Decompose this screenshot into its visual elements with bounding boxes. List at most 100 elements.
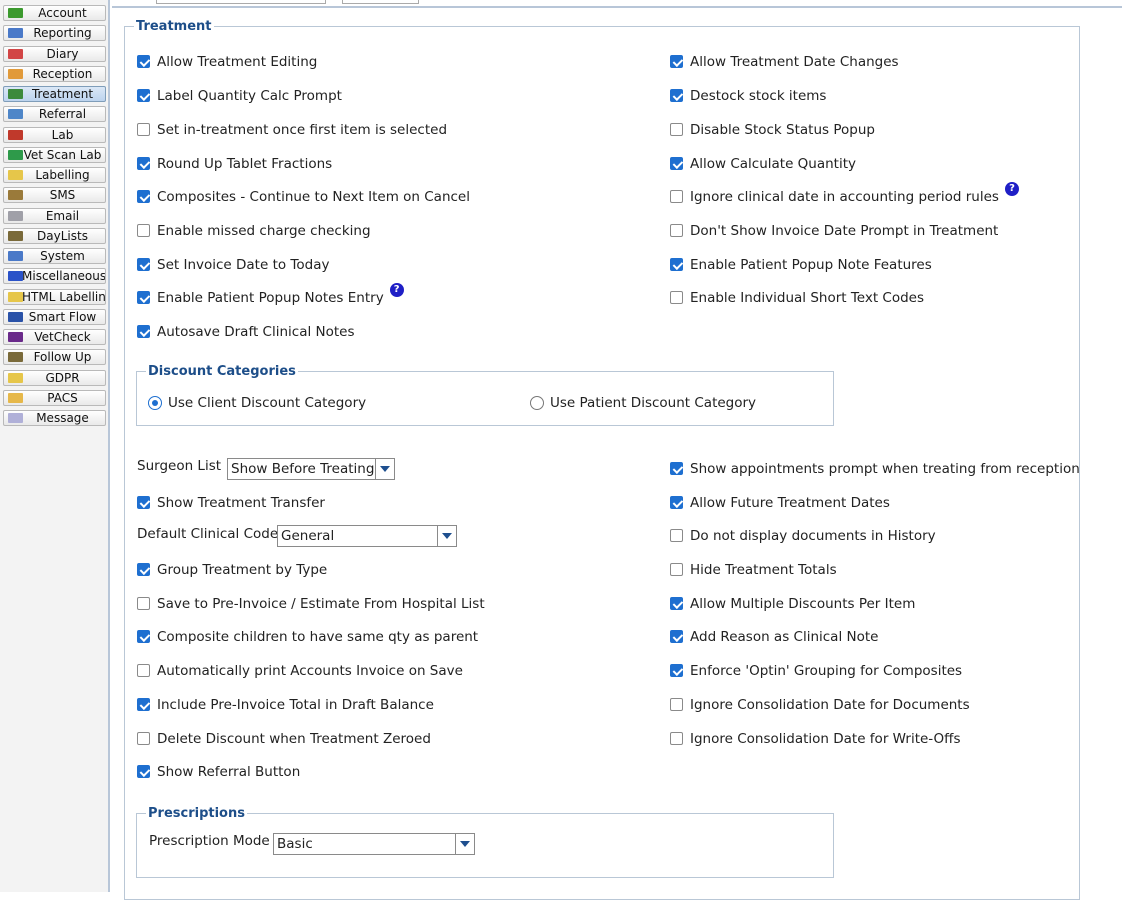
help-icon[interactable]: ? (1004, 182, 1019, 196)
sidebar-item-label: Email (45, 208, 80, 223)
checkbox[interactable] (137, 224, 150, 237)
sidebar-item-label: DayLists (37, 228, 88, 243)
checkbox[interactable] (137, 190, 150, 203)
sidebar-item-vet-scan-lab[interactable]: Vet Scan Lab (3, 146, 106, 163)
checkbox-label: Enable Individual Short Text Codes (690, 290, 925, 306)
sidebar-item-pacs[interactable]: PACS (3, 389, 106, 406)
checkbox[interactable] (137, 496, 150, 509)
sidebar-item-html-labelling[interactable]: HTML Labelling (3, 288, 106, 305)
sms-icon (8, 190, 23, 201)
sidebar-item-treatment[interactable]: Treatment (3, 86, 106, 102)
top-dropdown[interactable] (156, 0, 326, 4)
surgeon-list-select[interactable]: Show Before Treating (227, 458, 395, 480)
sidebar-item-gdpr[interactable]: GDPR (3, 369, 106, 386)
checkbox[interactable] (670, 258, 683, 271)
checkbox-label: Set in-treatment once first item is sele… (157, 122, 448, 138)
checkbox[interactable] (670, 698, 683, 711)
lab-icon (8, 129, 23, 140)
checkbox[interactable] (670, 496, 683, 509)
checkbox[interactable] (137, 325, 150, 338)
sidebar-item-reception[interactable]: Reception (3, 65, 106, 82)
checkbox[interactable] (137, 698, 150, 711)
chevron-down-icon[interactable] (375, 459, 394, 479)
checkbox[interactable] (670, 529, 683, 542)
sidebar-item-label: Lab (51, 127, 74, 142)
sidebar-item-daylists[interactable]: DayLists (3, 227, 106, 244)
checkbox[interactable] (670, 732, 683, 745)
checkbox-label: Delete Discount when Treatment Zeroed (157, 731, 431, 747)
sidebar-item-smart-flow[interactable]: Smart Flow (3, 308, 106, 325)
sidebar-item-vetcheck[interactable]: VetCheck (3, 329, 106, 345)
prescription-mode-select[interactable]: Basic (273, 833, 475, 855)
top-field[interactable] (342, 0, 419, 4)
checkbox-label: Don't Show Invoice Date Prompt in Treatm… (690, 223, 999, 239)
checkbox-label: Do not display documents in History (690, 528, 936, 544)
smart-flow-icon (8, 311, 23, 322)
checkbox[interactable] (137, 732, 150, 745)
sidebar-item-label: Follow Up (33, 350, 92, 365)
checkbox[interactable] (670, 563, 683, 576)
checkbox[interactable] (137, 765, 150, 778)
default-clinical-code-label: Default Clinical Code (137, 526, 279, 542)
checkbox-label: Disable Stock Status Popup (690, 122, 875, 138)
sidebar-item-referral[interactable]: Referral (3, 106, 106, 123)
checkbox[interactable] (670, 55, 683, 68)
checkbox[interactable] (670, 630, 683, 643)
checkbox[interactable] (137, 630, 150, 643)
radio-button[interactable] (148, 396, 162, 410)
sidebar-item-reporting[interactable]: Reporting (3, 25, 106, 42)
sidebar-item-label: Account (38, 6, 87, 20)
checkbox[interactable] (137, 55, 150, 68)
sidebar-item-label: PACS (47, 390, 78, 405)
sidebar-item-account[interactable]: Account (3, 5, 106, 21)
discount-legend: Discount Categories (148, 364, 296, 379)
default-clinical-code-select[interactable]: General (277, 525, 457, 547)
checkbox-label: Label Quantity Calc Prompt (157, 88, 342, 104)
checkbox-label: Destock stock items (690, 88, 827, 104)
sidebar-item-labelling[interactable]: Labelling (3, 167, 106, 183)
chevron-down-icon[interactable] (437, 526, 456, 546)
sidebar-item-label: Message (36, 411, 89, 425)
checkbox[interactable] (670, 89, 683, 102)
checkbox[interactable] (670, 224, 683, 237)
sidebar-item-sms[interactable]: SMS (3, 187, 106, 204)
sidebar-item-diary[interactable]: Diary (3, 45, 106, 62)
surgeon-list-label: Surgeon List (137, 458, 222, 474)
checkbox[interactable] (137, 123, 150, 136)
checkbox[interactable] (670, 190, 683, 203)
sidebar-item-system[interactable]: System (3, 248, 106, 264)
checkbox[interactable] (670, 123, 683, 136)
checkbox[interactable] (670, 157, 683, 170)
prescriptions-legend: Prescriptions (148, 806, 245, 821)
chevron-down-icon[interactable] (455, 834, 474, 854)
checkbox[interactable] (137, 157, 150, 170)
checkbox[interactable] (137, 258, 150, 271)
referral-icon (8, 109, 23, 120)
prescription-mode-label: Prescription Mode (149, 833, 270, 849)
message-icon (8, 413, 23, 423)
sidebar-item-follow-up[interactable]: Follow Up (3, 349, 106, 366)
top-toolbar (112, 0, 1122, 8)
help-icon[interactable]: ? (389, 283, 404, 297)
checkbox[interactable] (670, 462, 683, 475)
radio-button[interactable] (530, 396, 544, 410)
sidebar-item-message[interactable]: Message (3, 410, 106, 426)
sidebar-item-miscellaneous[interactable]: Miscellaneous (3, 268, 106, 285)
checkbox[interactable] (137, 291, 150, 304)
vetcheck-icon (8, 332, 23, 342)
checkbox-label: Round Up Tablet Fractions (157, 156, 333, 172)
sidebar-item-label: Vet Scan Lab (23, 147, 102, 162)
checkbox[interactable] (137, 664, 150, 677)
checkbox[interactable] (670, 291, 683, 304)
sidebar-item-email[interactable]: Email (3, 207, 106, 224)
checkbox[interactable] (670, 597, 683, 610)
checkbox[interactable] (137, 597, 150, 610)
sidebar-item-label: Treatment (31, 87, 94, 101)
checkbox-label: Show Treatment Transfer (157, 495, 325, 511)
checkbox[interactable] (137, 89, 150, 102)
checkbox[interactable] (670, 664, 683, 677)
follow-up-icon (8, 352, 23, 363)
checkbox-label: Enable Patient Popup Notes Entry (157, 290, 384, 306)
checkbox[interactable] (137, 563, 150, 576)
sidebar-item-lab[interactable]: Lab (3, 126, 106, 143)
